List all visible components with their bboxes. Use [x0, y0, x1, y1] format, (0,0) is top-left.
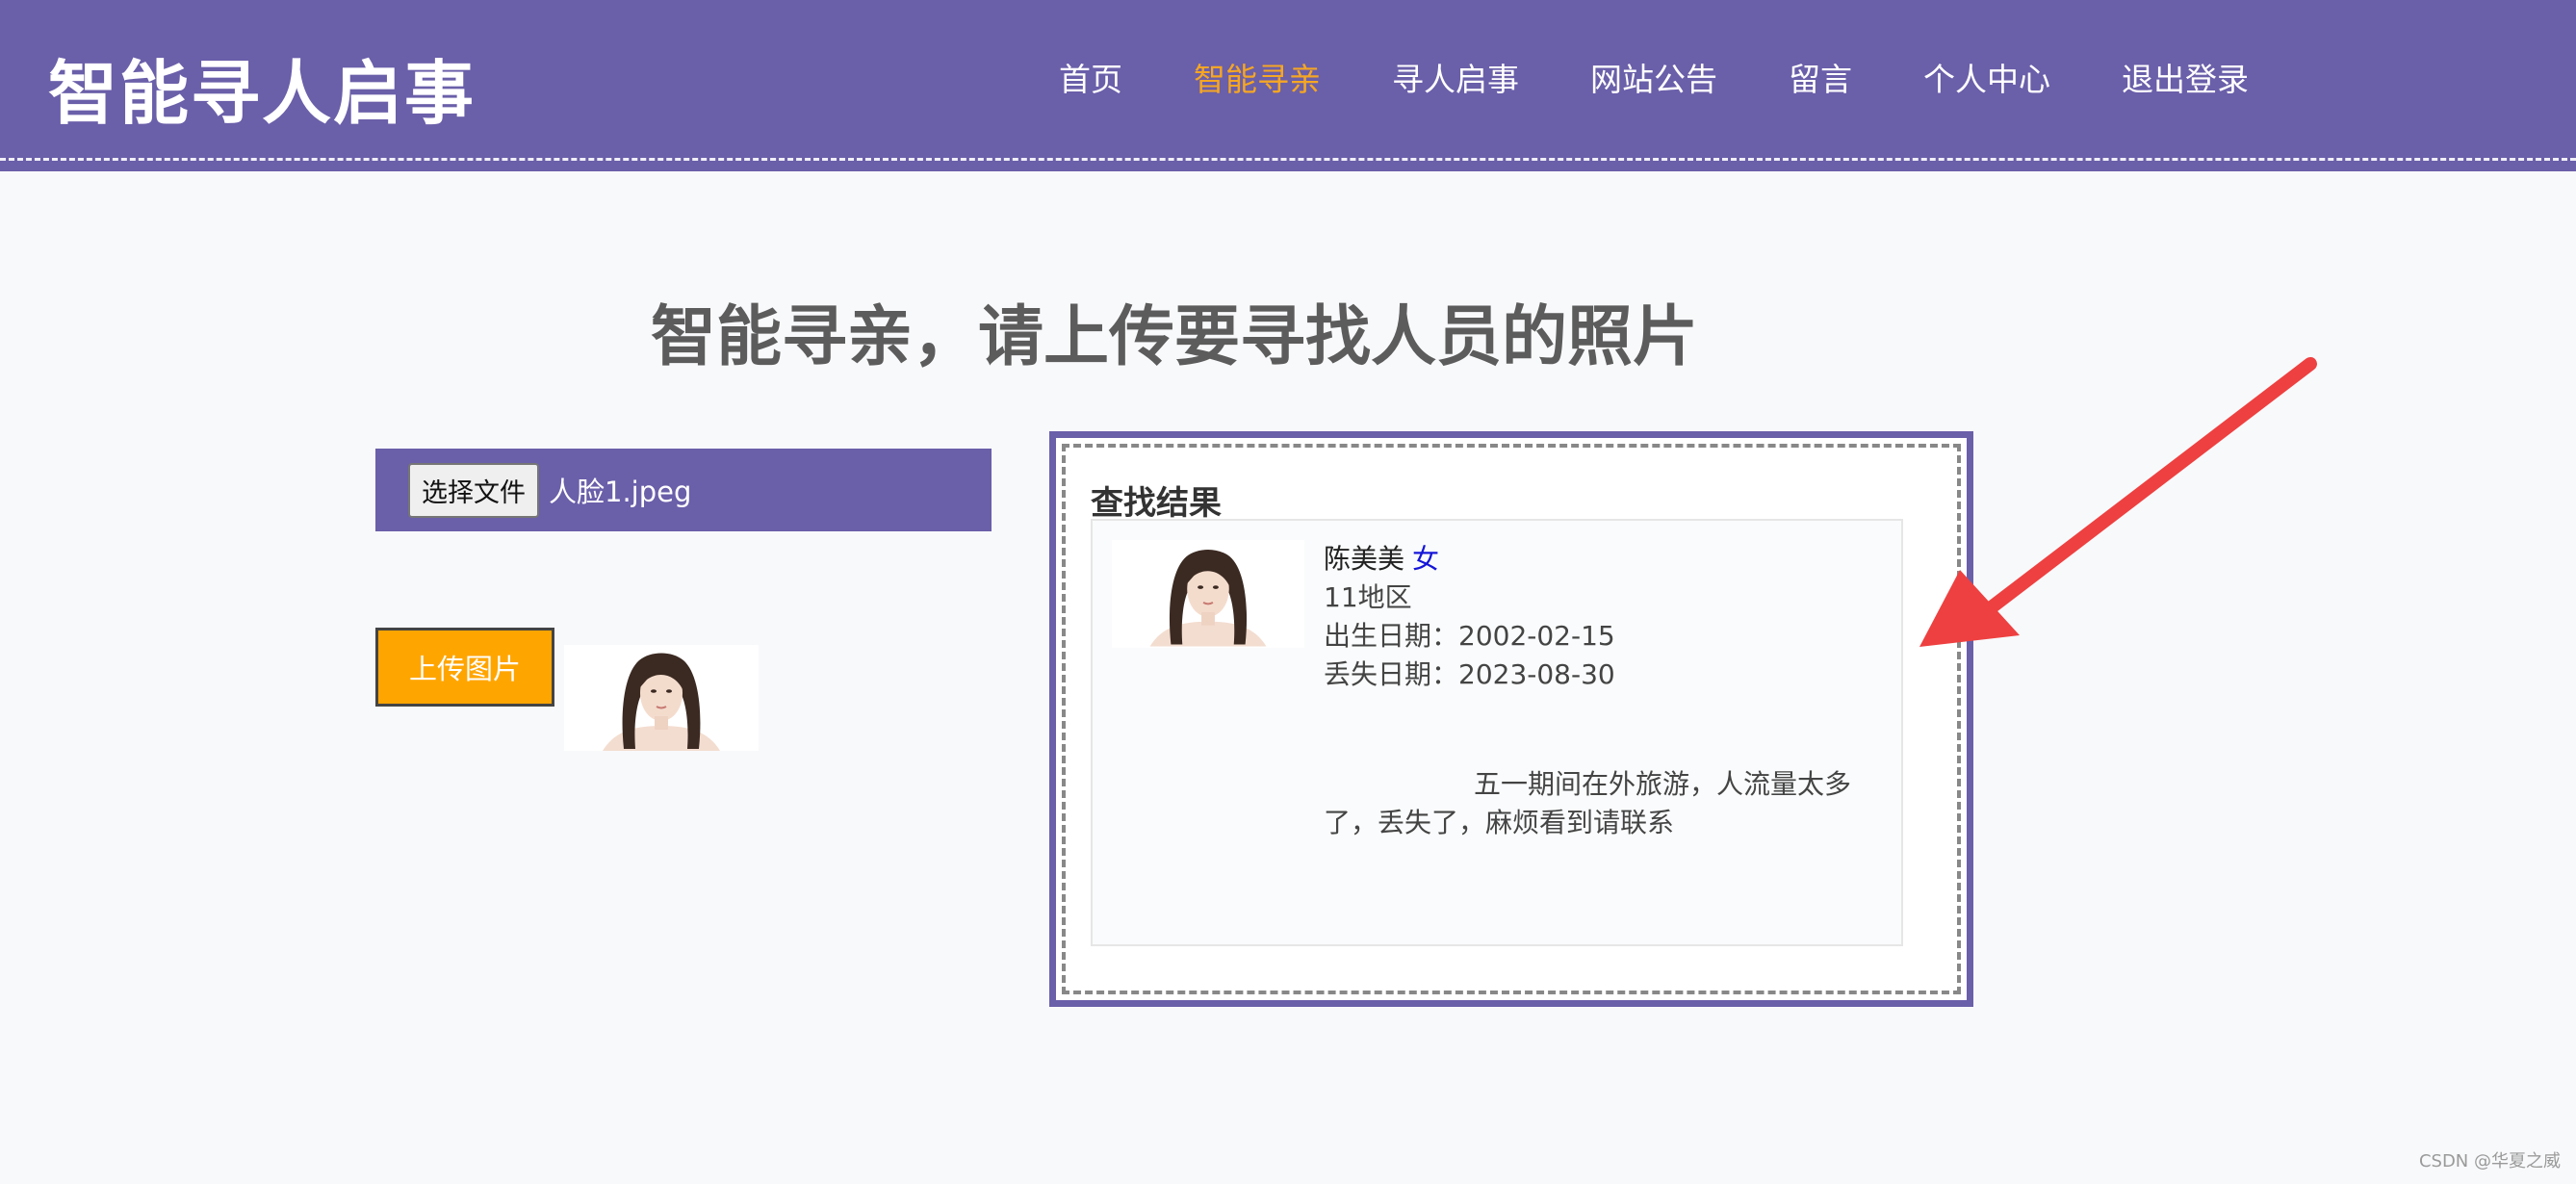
selected-file-name: 人脸1.jpeg [549, 476, 692, 508]
uploaded-photo-preview [564, 645, 759, 751]
result-card[interactable]: 陈美美女 11地区 出生日期：2002-02-15 丢失日期：2023-08-3… [1091, 519, 1903, 946]
person-description: 五一期间在外旅游，人流量太多了，丢失了，麻烦看到请联系 [1324, 768, 1852, 838]
person-region: 11地区 [1324, 581, 1412, 613]
site-logo[interactable]: 智能寻人启事 [48, 37, 476, 138]
result-heading: 查找结果 [1091, 484, 1222, 523]
nav-item-announcements[interactable]: 网站公告 [1590, 54, 1717, 100]
portrait-image [564, 645, 759, 751]
person-name: 陈美美 [1324, 543, 1405, 575]
nav-item-missing-notices[interactable]: 寻人启事 [1392, 54, 1519, 100]
result-photo [1112, 540, 1304, 648]
red-arrow-icon [1919, 357, 2317, 647]
portrait-image [1112, 541, 1304, 647]
nav-item-profile[interactable]: 个人中心 [1923, 54, 2050, 100]
nav-item-smart-search[interactable]: 智能寻亲 [1194, 54, 1321, 100]
search-result-panel: 查找结果 陈美美女 11地区 出生日期：2002-02-15 丢失日期：2023… [1049, 431, 1973, 1007]
nav-item-logout[interactable]: 退出登录 [2122, 54, 2249, 100]
nav-item-messages[interactable]: 留言 [1789, 54, 1852, 100]
main-nav: 首页 智能寻亲 寻人启事 网站公告 留言 个人中心 退出登录 [1059, 54, 2320, 100]
nav-item-home[interactable]: 首页 [1059, 54, 1122, 100]
person-gender: 女 [1412, 543, 1440, 575]
page: 智能寻人启事 首页 智能寻亲 寻人启事 网站公告 留言 个人中心 退出登录 智能… [0, 0, 2576, 1184]
choose-file-button[interactable]: 选择文件 [408, 462, 539, 518]
site-header: 智能寻人启事 首页 智能寻亲 寻人启事 网站公告 留言 个人中心 退出登录 [0, 0, 2576, 171]
file-input-bar: 选择文件 人脸1.jpeg [375, 449, 992, 531]
person-info: 陈美美女 11地区 出生日期：2002-02-15 丢失日期：2023-08-3… [1324, 540, 1615, 694]
upload-image-button[interactable]: 上传图片 [375, 628, 554, 707]
lost-date: 丢失日期：2023-08-30 [1324, 658, 1615, 690]
watermark: CSDN @华夏之威 [2418, 1151, 2561, 1171]
name-row: 陈美美女 [1324, 540, 1615, 579]
birth-date: 出生日期：2002-02-15 [1324, 620, 1615, 652]
